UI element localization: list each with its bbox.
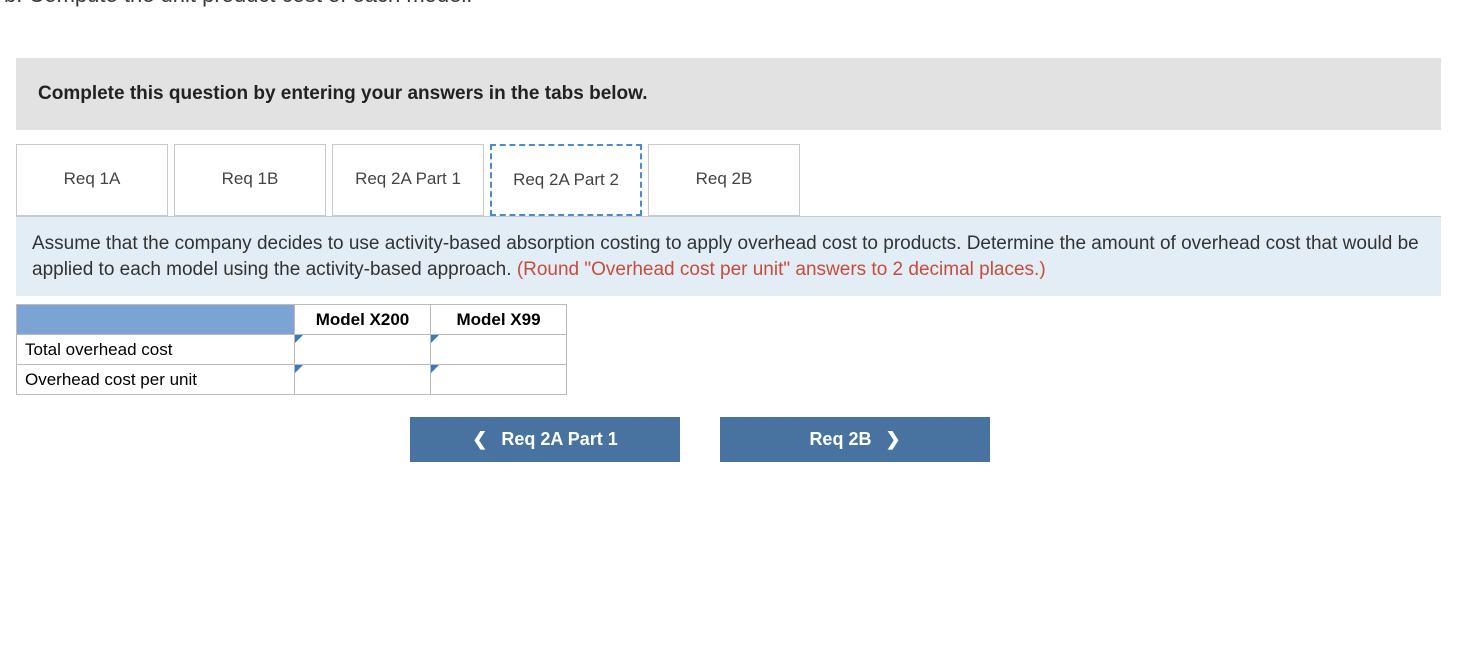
next-button-label: Req 2B (809, 429, 871, 450)
tabs-container: Req 1A Req 1B Req 2A Part 1 Req 2A Part … (16, 144, 1457, 216)
input-overhead-per-unit-x200[interactable] (295, 365, 431, 395)
col-header-model-x200: Model X200 (295, 305, 431, 335)
input-total-overhead-x99[interactable] (431, 335, 567, 365)
table-row: Overhead cost per unit (17, 365, 567, 395)
question-part-b: b. Compute the unit product cost of each… (0, 0, 1457, 14)
instruction-banner: Complete this question by entering your … (16, 58, 1441, 130)
tab-label: Req 1B (222, 169, 279, 188)
answer-table: Model X200 Model X99 Total overhead cost… (16, 304, 567, 395)
prev-button-label: Req 2A Part 1 (501, 429, 617, 450)
next-button[interactable]: Req 2B ❯ (720, 417, 990, 462)
table-header-row: Model X200 Model X99 (17, 305, 567, 335)
tab-req-1b[interactable]: Req 1B (174, 144, 326, 216)
question-part-b-text: b. Compute the unit product cost of each… (4, 0, 472, 7)
row-label-total-overhead: Total overhead cost (17, 335, 295, 365)
tab-label: Req 1A (64, 169, 121, 188)
tab-label: Req 2A Part 2 (513, 170, 619, 189)
col-header-model-x99: Model X99 (431, 305, 567, 335)
instruction-text: Complete this question by entering your … (38, 83, 648, 104)
chevron-left-icon: ❮ (472, 429, 487, 450)
tab-label: Req 2A Part 1 (355, 169, 461, 188)
header-blank-cell (17, 305, 295, 335)
tab-label: Req 2B (696, 169, 753, 188)
question-prompt: Assume that the company decides to use a… (16, 216, 1441, 296)
input-total-overhead-x200[interactable] (295, 335, 431, 365)
tab-req-2a-part-1[interactable]: Req 2A Part 1 (332, 144, 484, 216)
tab-req-1a[interactable]: Req 1A (16, 144, 168, 216)
input-overhead-per-unit-x99[interactable] (431, 365, 567, 395)
row-label-overhead-per-unit: Overhead cost per unit (17, 365, 295, 395)
prompt-rounding-note: (Round "Overhead cost per unit" answers … (517, 259, 1046, 280)
prev-button[interactable]: ❮ Req 2A Part 1 (410, 417, 680, 462)
chevron-right-icon: ❯ (885, 429, 900, 450)
tab-req-2a-part-2[interactable]: Req 2A Part 2 (490, 144, 642, 216)
nav-button-row: ❮ Req 2A Part 1 Req 2B ❯ (410, 417, 1457, 462)
table-row: Total overhead cost (17, 335, 567, 365)
tab-req-2b[interactable]: Req 2B (648, 144, 800, 216)
